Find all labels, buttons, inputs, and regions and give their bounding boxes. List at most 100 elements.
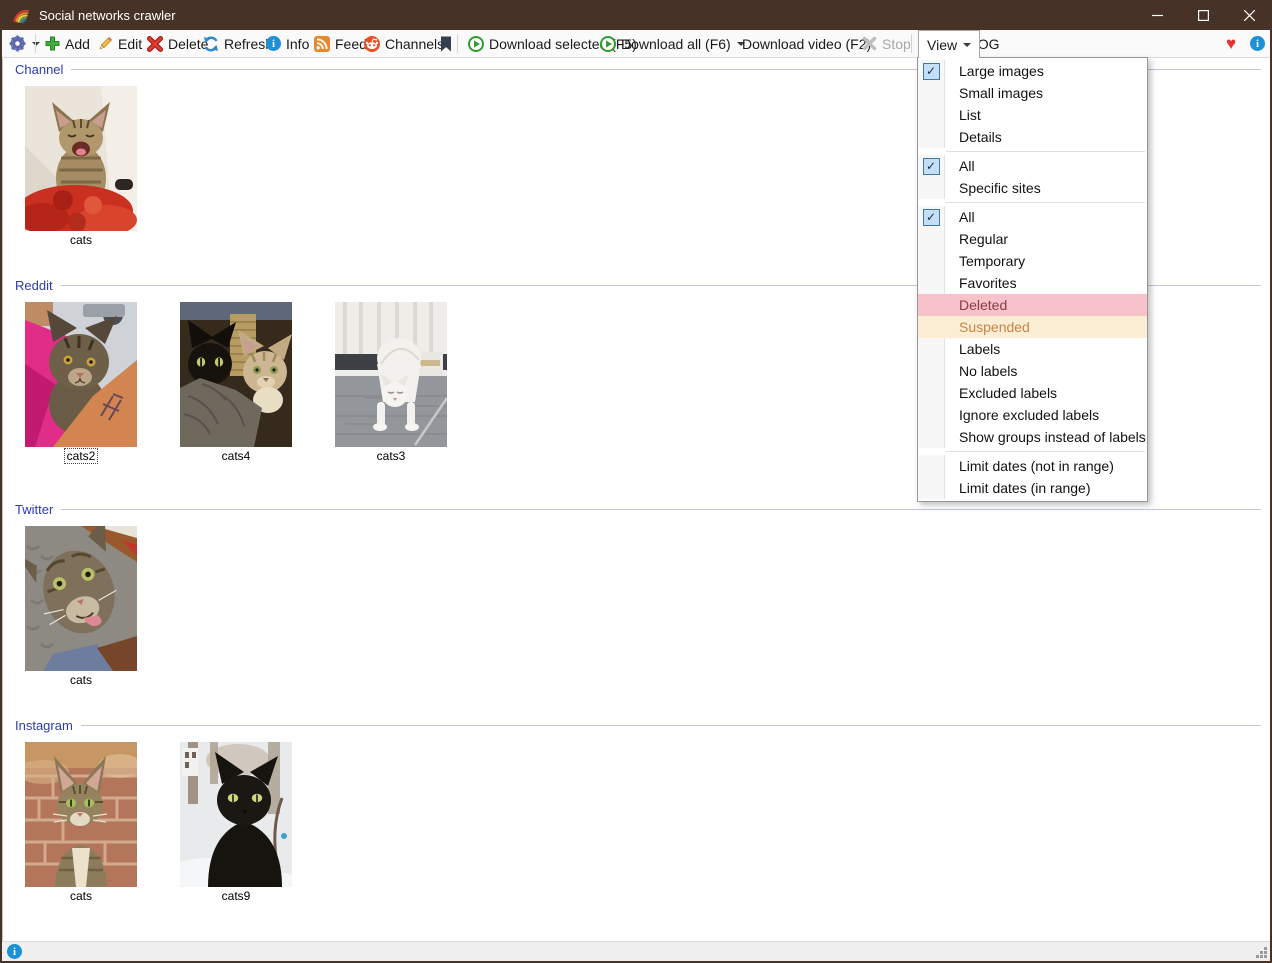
menu-gutter — [918, 206, 945, 228]
menu-item-limit-dates-in-range[interactable]: Limit dates (in range) — [918, 477, 1147, 499]
group-header: Twitter — [3, 502, 1271, 516]
thumbnail-tabby-cat-on-red-petals[interactable] — [25, 86, 137, 231]
toolbar: Add Edit Delete — [2, 30, 1270, 58]
menu-item-excluded-labels[interactable]: Excluded labels — [918, 382, 1147, 404]
menu-gutter — [918, 360, 945, 382]
menu-item-limit-dates-not-in-range[interactable]: Limit dates (not in range) — [918, 455, 1147, 477]
menu-gutter — [918, 338, 945, 360]
view-label: View — [927, 37, 957, 53]
add-button[interactable]: Add — [40, 31, 95, 56]
menu-gutter — [918, 272, 945, 294]
thumbnail-upside-down-tabby-cat[interactable] — [25, 526, 137, 671]
menu-item-temporary[interactable]: Temporary — [918, 250, 1147, 272]
menu-gutter — [918, 82, 945, 104]
play-circle-icon — [600, 36, 616, 52]
window-controls — [1134, 0, 1272, 30]
checked-checkbox-icon — [923, 209, 940, 226]
group-header-line — [81, 725, 1261, 726]
bookmark-icon — [440, 36, 452, 52]
group-title: Reddit — [15, 278, 53, 293]
gallery-item[interactable]: cats9 — [180, 742, 292, 903]
view-dropdown-menu: Large images Small images List Details A… — [917, 57, 1148, 502]
pencil-icon — [97, 36, 113, 52]
item-label: cats — [25, 889, 137, 903]
gear-icon — [9, 35, 26, 52]
chevron-down-icon — [32, 42, 40, 46]
add-label: Add — [65, 36, 90, 52]
bookmark-button[interactable] — [435, 31, 457, 56]
menu-gutter — [918, 294, 945, 316]
menu-gutter — [918, 104, 945, 126]
close-button[interactable] — [1226, 0, 1272, 30]
chevron-down-icon — [963, 43, 971, 47]
info-button[interactable]: i Info — [261, 31, 314, 56]
edit-button[interactable]: Edit — [92, 31, 147, 56]
app-rainbow-icon — [13, 7, 30, 24]
menu-item-all-filter[interactable]: All — [918, 206, 1147, 228]
download-all-button[interactable]: Download all (F6) — [595, 31, 750, 56]
gallery-item[interactable]: cats — [25, 742, 137, 903]
plus-icon — [45, 36, 60, 51]
menu-gutter — [918, 250, 945, 272]
gallery-item[interactable]: cats4 — [180, 302, 292, 463]
menu-item-no-labels[interactable]: No labels — [918, 360, 1147, 382]
group-title: Twitter — [15, 502, 53, 517]
section-twitter: Twitter — [3, 502, 1271, 516]
thumbnail-black-cat-in-snow[interactable] — [180, 742, 292, 887]
menu-item-show-groups-instead-of-labels[interactable]: Show groups instead of labels — [918, 426, 1147, 448]
download-video-label: Download video (F2) — [742, 36, 871, 52]
menu-item-deleted[interactable]: Deleted — [918, 294, 1147, 316]
menu-item-specific-sites[interactable]: Specific sites — [918, 177, 1147, 199]
item-label: cats — [25, 233, 137, 247]
thumbnail-tabby-cat-brick-wall[interactable] — [25, 742, 137, 887]
reddit-icon — [364, 36, 380, 52]
maximize-icon — [1198, 10, 1209, 21]
info-label: Info — [286, 36, 309, 52]
menu-gutter — [918, 316, 945, 338]
section-instagram: Instagram — [3, 718, 1271, 732]
menu-item-regular[interactable]: Regular — [918, 228, 1147, 250]
menu-item-labels[interactable]: Labels — [918, 338, 1147, 360]
item-label: cats2 — [25, 449, 137, 463]
favorites-heart-button[interactable]: ♥ — [1223, 31, 1239, 56]
menu-item-list[interactable]: List — [918, 104, 1147, 126]
menu-item-favorites[interactable]: Favorites — [918, 272, 1147, 294]
maximize-button[interactable] — [1180, 0, 1226, 30]
download-video-button[interactable]: Download video (F2) — [737, 31, 876, 56]
menu-separator — [946, 202, 1145, 203]
item-label: cats4 — [180, 449, 292, 463]
gallery-item[interactable]: cats2 — [25, 302, 137, 463]
gallery-item[interactable]: cats — [25, 526, 137, 687]
download-all-label: Download all (F6) — [621, 36, 731, 52]
minimize-button[interactable] — [1134, 0, 1180, 30]
app-window: Social networks crawler — [0, 0, 1272, 963]
menu-item-large-images[interactable]: Large images — [918, 60, 1147, 82]
play-circle-icon — [468, 36, 484, 52]
toolbar-separator — [35, 34, 36, 53]
thumbnail-tabby-cat-pink-blanket[interactable] — [25, 302, 137, 447]
statusbar: i — [2, 941, 1270, 961]
resize-grip[interactable] — [1255, 946, 1268, 959]
thumbnail-white-cat-stretching[interactable] — [335, 302, 447, 447]
group-title: Instagram — [15, 718, 73, 733]
gallery-item[interactable]: cats — [25, 86, 137, 247]
stop-button[interactable]: Stop — [857, 31, 916, 56]
gallery-item[interactable]: cats3 — [335, 302, 447, 463]
menu-item-all-sites[interactable]: All — [918, 155, 1147, 177]
thumbnail-black-and-tan-cats-blanket[interactable] — [180, 302, 292, 447]
settings-menu-button[interactable] — [4, 31, 45, 56]
gray-x-icon — [862, 36, 877, 51]
menu-gutter — [918, 455, 945, 477]
menu-gutter — [918, 155, 945, 177]
window-title: Social networks crawler — [39, 8, 176, 23]
stop-label: Stop — [882, 36, 911, 52]
menu-item-details[interactable]: Details — [918, 126, 1147, 148]
menu-item-suspended[interactable]: Suspended — [918, 316, 1147, 338]
menu-item-ignore-excluded-labels[interactable]: Ignore excluded labels — [918, 404, 1147, 426]
menu-item-small-images[interactable]: Small images — [918, 82, 1147, 104]
status-info-icon: i — [7, 944, 22, 959]
about-button[interactable]: i — [1247, 31, 1268, 56]
menu-gutter — [918, 60, 945, 82]
view-menu-button[interactable]: View — [918, 30, 980, 58]
rss-icon — [314, 36, 330, 52]
